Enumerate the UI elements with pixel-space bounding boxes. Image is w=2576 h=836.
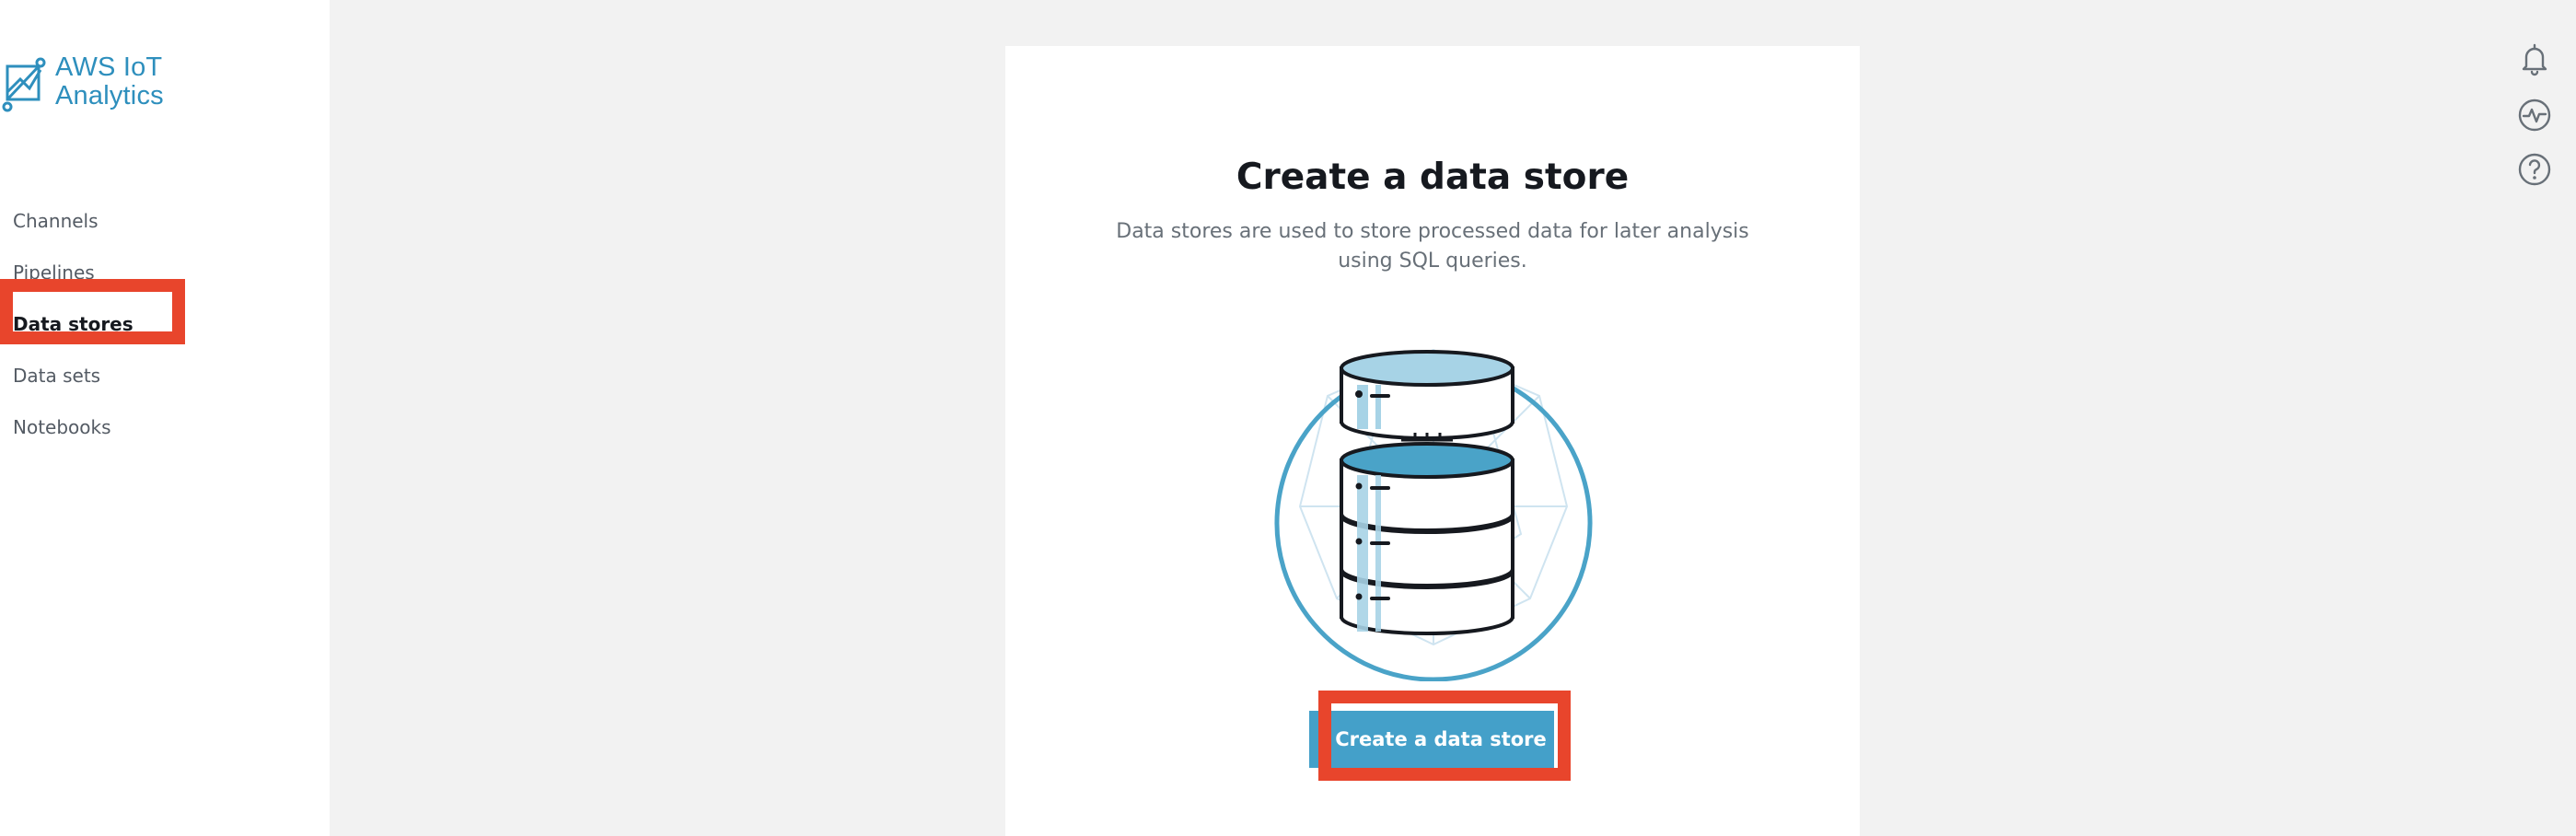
sidebar-item-channels[interactable]: Channels (13, 195, 133, 247)
brand-title-line1: AWS IoT (55, 52, 163, 82)
activity-icon[interactable] (2517, 98, 2552, 133)
button-accent-edge (1309, 711, 1322, 768)
sidebar-item-notebooks[interactable]: Notebooks (13, 401, 133, 453)
sidebar-nav: Channels Pipelines Data stores Data sets… (13, 195, 133, 453)
brand-title: AWS IoT Analytics (55, 53, 164, 110)
bell-icon[interactable] (2517, 41, 2552, 76)
brand[interactable]: AWS IoT Analytics (0, 53, 164, 112)
brand-title-line2: Analytics (55, 81, 164, 110)
empty-state-card: Create a data store Data stores are used… (1005, 46, 1860, 836)
page-title: Create a data store (1236, 157, 1630, 198)
create-data-store-button[interactable]: Create a data store (1328, 711, 1554, 768)
iot-analytics-logo-icon (2, 57, 46, 112)
page-description: Data stores are used to store processed … (1116, 220, 1749, 273)
sidebar: AWS IoT Analytics Channels Pipelines Dat… (0, 0, 330, 836)
database-stack-illustration (1274, 348, 1593, 681)
help-icon[interactable] (2517, 152, 2552, 187)
sidebar-item-data-stores[interactable]: Data stores (13, 298, 133, 350)
sidebar-item-data-sets[interactable]: Data sets (13, 350, 133, 401)
sidebar-item-pipelines[interactable]: Pipelines (13, 247, 133, 298)
